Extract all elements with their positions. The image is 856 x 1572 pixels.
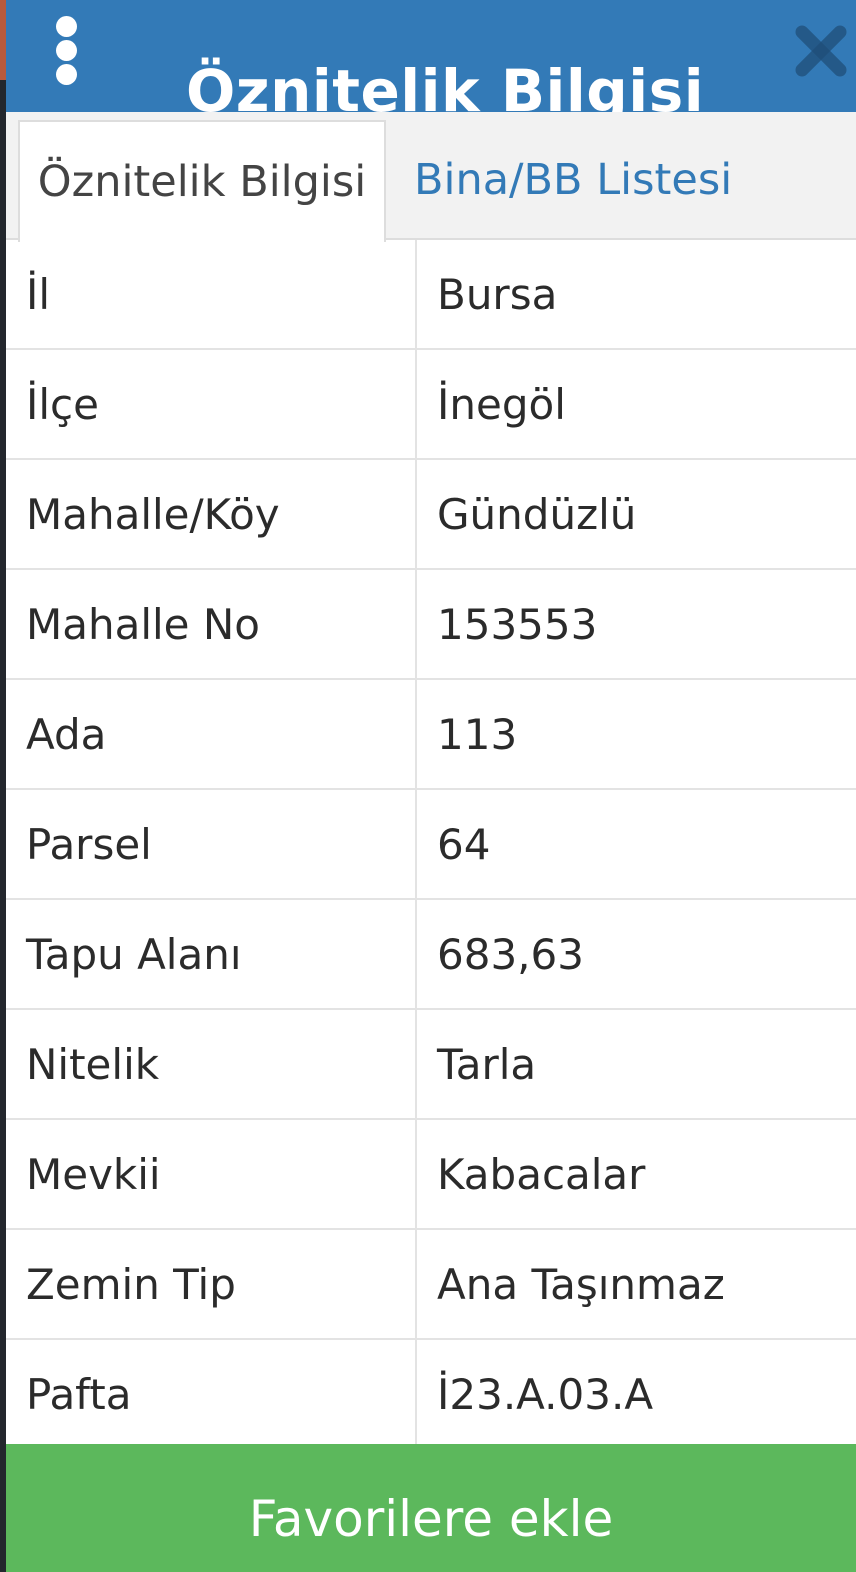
close-icon[interactable] xyxy=(792,22,850,80)
attribute-key: Nitelik xyxy=(6,1009,417,1120)
table-row: İl Bursa xyxy=(6,240,856,350)
kebab-dot xyxy=(56,16,77,37)
attribute-table: İl Bursa İlçe İnegöl Mahalle/Köy Gündüzl… xyxy=(6,240,856,1450)
attribute-key: Parsel xyxy=(6,789,417,900)
attribute-value: Gündüzlü xyxy=(416,459,856,570)
attribute-value: Bursa xyxy=(416,240,856,350)
attribute-value: Ana Taşınmaz xyxy=(416,1229,856,1340)
attribute-value: 153553 xyxy=(416,569,856,680)
table-row: Parsel 64 xyxy=(6,789,856,900)
attribute-key: Mahalle/Köy xyxy=(6,459,417,570)
tab-building-list[interactable]: Bina/BB Listesi xyxy=(414,120,732,240)
attribute-key: Pafta xyxy=(6,1339,417,1450)
attribute-panel: Öznitelik Bilgisi Bina/BB Listesi İl Bur… xyxy=(6,112,856,1450)
attribute-value: İ23.A.03.A xyxy=(416,1339,856,1450)
modal-header: Öznitelik Bilgisi xyxy=(6,0,856,112)
attribute-key: Ada xyxy=(6,679,417,790)
modal-title: Öznitelik Bilgisi xyxy=(186,57,705,112)
table-row: Mahalle/Köy Gündüzlü xyxy=(6,459,856,570)
attribute-value: 113 xyxy=(416,679,856,790)
attribute-key: İlçe xyxy=(6,349,417,460)
table-row: Pafta İ23.A.03.A xyxy=(6,1339,856,1450)
attribute-value: Tarla xyxy=(416,1009,856,1120)
tab-bar: Öznitelik Bilgisi Bina/BB Listesi xyxy=(6,112,856,242)
tab-attribute-info[interactable]: Öznitelik Bilgisi xyxy=(18,120,386,242)
attribute-key: Mevkii xyxy=(6,1119,417,1230)
attribute-key: Tapu Alanı xyxy=(6,899,417,1010)
attribute-key: Zemin Tip xyxy=(6,1229,417,1340)
kebab-dot xyxy=(56,40,77,61)
table-row: İlçe İnegöl xyxy=(6,349,856,460)
attribute-value: İnegöl xyxy=(416,349,856,460)
table-row: Tapu Alanı 683,63 xyxy=(6,899,856,1010)
attribute-value: 683,63 xyxy=(416,899,856,1010)
table-row: Zemin Tip Ana Taşınmaz xyxy=(6,1229,856,1340)
kebab-menu-icon[interactable] xyxy=(50,14,84,86)
attribute-value: 64 xyxy=(416,789,856,900)
table-row: Mevkii Kabacalar xyxy=(6,1119,856,1230)
attribute-key: İl xyxy=(6,240,417,350)
add-to-favorites-button[interactable]: Favorilere ekle xyxy=(6,1444,856,1572)
table-row: Mahalle No 153553 xyxy=(6,569,856,680)
table-row: Nitelik Tarla xyxy=(6,1009,856,1120)
kebab-dot xyxy=(56,64,77,85)
attribute-key: Mahalle No xyxy=(6,569,417,680)
app-frame: Öznitelik Bilgisi Öznitelik Bilgisi Bina… xyxy=(0,0,856,1572)
table-row: Ada 113 xyxy=(6,679,856,790)
attribute-value: Kabacalar xyxy=(416,1119,856,1230)
